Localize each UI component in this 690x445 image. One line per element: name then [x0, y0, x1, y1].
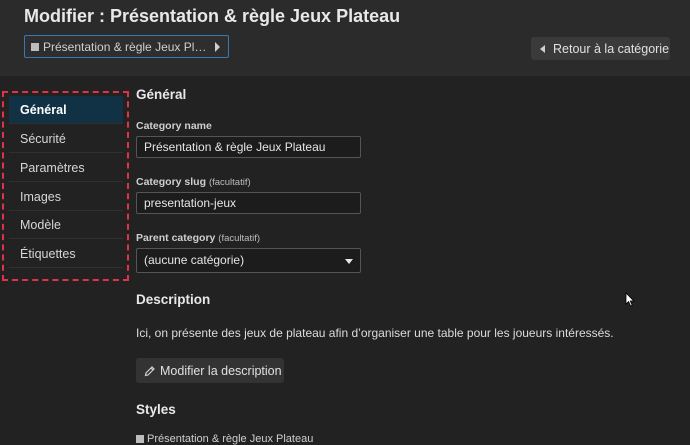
category-breadcrumb[interactable]: Présentation & règle Jeux Plateau [24, 35, 229, 58]
slug-optional-hint: (facultatif) [208, 177, 251, 188]
sidebar-item-settings[interactable]: Paramètres [9, 154, 123, 182]
category-slug-label: Category slug (facultatif) [136, 176, 251, 188]
category-name-label-text: Category name [136, 120, 212, 132]
caret-right-icon [215, 42, 220, 52]
parent-optional-hint: (facultatif) [218, 233, 261, 244]
description-text: Ici, on présente des jeux de plateau afi… [136, 326, 614, 340]
sidebar-item-images[interactable]: Images [9, 183, 123, 211]
styles-heading: Styles [136, 402, 176, 417]
sidebar-item-tags[interactable]: Étiquettes [9, 240, 123, 268]
style-category-label: Présentation & règle Jeux Plateau [147, 433, 314, 445]
category-name-label: Category name [136, 120, 212, 132]
sidebar-item-template[interactable]: Modèle [9, 211, 123, 239]
sidebar-item-security[interactable]: Sécurité [9, 125, 123, 153]
parent-category-select[interactable]: (aucune catégorie) [136, 248, 361, 273]
caret-left-icon [540, 44, 545, 53]
mouse-cursor-icon [625, 292, 635, 307]
breadcrumb-label: Présentation & règle Jeux Plateau [43, 39, 211, 54]
description-heading: Description [136, 292, 211, 307]
parent-category-label: Parent category (facultatif) [136, 232, 260, 244]
style-category-badge: Présentation & règle Jeux Plateau [136, 433, 313, 445]
caret-down-icon [345, 259, 353, 264]
category-slug-input[interactable]: presentation-jeux [136, 192, 361, 214]
general-heading: Général [136, 87, 187, 102]
page-header: Modifier : Présentation & règle Jeux Pla… [0, 0, 690, 76]
parent-category-value: (aucune catégorie) [144, 253, 245, 267]
category-slug-label-text: Category slug [136, 176, 207, 188]
edit-description-button[interactable]: Modifier la description [136, 358, 284, 383]
color-square-icon [136, 435, 144, 443]
color-square-icon [31, 42, 39, 51]
back-button-label: Retour à la catégorie [553, 41, 670, 56]
pencil-icon [144, 365, 155, 376]
parent-category-label-text: Parent category [136, 232, 216, 244]
page-title: Modifier : Présentation & règle Jeux Pla… [24, 6, 401, 26]
edit-description-label: Modifier la description [160, 363, 282, 378]
category-name-input[interactable]: Présentation & règle Jeux Plateau [136, 136, 361, 158]
back-to-category-button[interactable]: Retour à la catégorie [531, 37, 670, 60]
sidebar-item-general[interactable]: Général [9, 96, 123, 124]
settings-sidebar: Général Sécurité Paramètres Images Modèl… [2, 91, 129, 281]
